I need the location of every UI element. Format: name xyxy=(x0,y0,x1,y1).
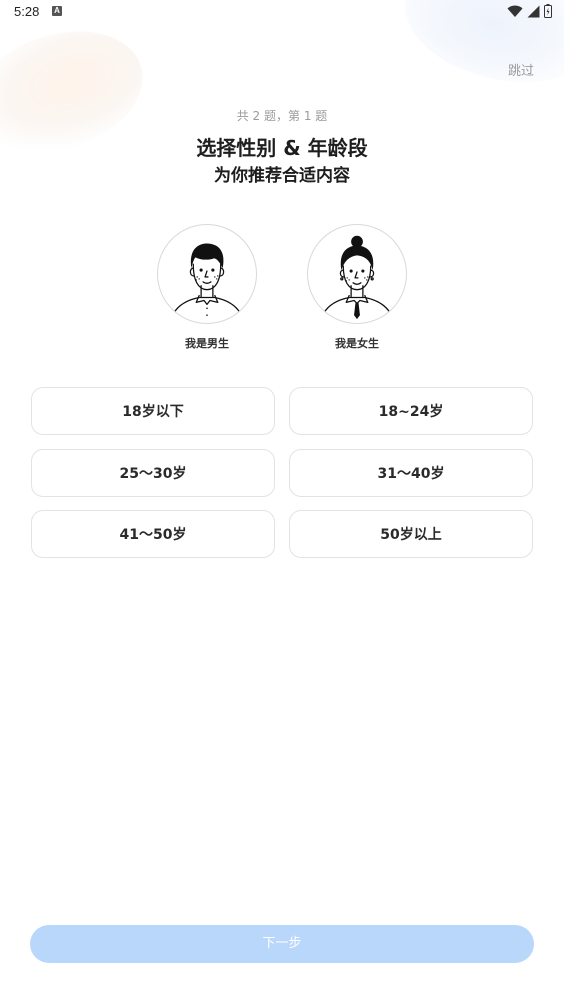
status-time: 5:28 xyxy=(14,4,40,19)
gender-label-male: 我是男生 xyxy=(185,337,229,350)
age-option-25-30[interactable]: 25～30岁 xyxy=(31,449,275,497)
gender-option-male[interactable]: 我是男生 xyxy=(157,224,257,351)
skip-button[interactable]: 跳过 xyxy=(508,60,534,79)
a-badge-icon: A xyxy=(52,6,62,16)
question-progress: 共 2 题，第 1 题 xyxy=(236,109,328,123)
male-avatar-icon xyxy=(157,224,257,324)
female-avatar-icon xyxy=(307,224,407,324)
age-option-under-18[interactable]: 18岁以下 xyxy=(31,387,275,435)
age-option-over-50[interactable]: 50岁以上 xyxy=(289,510,533,558)
page-title: 选择性别 & 年龄段 xyxy=(196,136,368,160)
age-option-18-24[interactable]: 18~24岁 xyxy=(289,387,533,435)
page-subtitle: 为你推荐合适内容 xyxy=(214,166,350,186)
age-option-31-40[interactable]: 31～40岁 xyxy=(289,449,533,497)
battery-icon xyxy=(544,4,552,18)
next-button[interactable]: 下一步 xyxy=(30,925,534,963)
age-option-41-50[interactable]: 41～50岁 xyxy=(31,510,275,558)
gender-option-female[interactable]: 我是女生 xyxy=(307,224,407,351)
wifi-icon xyxy=(507,5,523,17)
status-bar: 5:28 A xyxy=(0,0,564,24)
status-icons xyxy=(507,4,552,18)
signal-icon xyxy=(527,5,540,17)
gender-label-female: 我是女生 xyxy=(335,337,379,350)
